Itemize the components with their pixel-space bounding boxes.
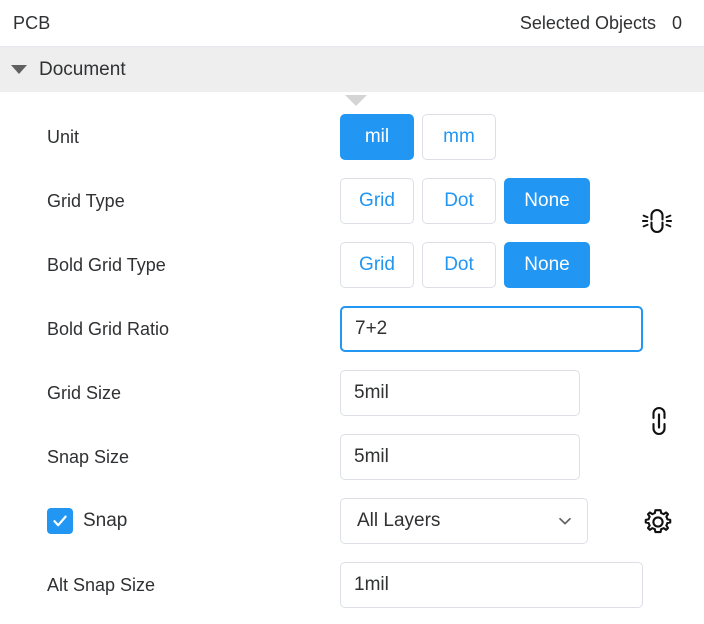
grid-size-label: Grid Size — [0, 383, 340, 404]
unlink-icon[interactable] — [640, 204, 674, 238]
unit-option-mil[interactable]: mil — [340, 114, 414, 160]
bold-grid-type-option-grid[interactable]: Grid — [340, 242, 414, 288]
grid-type-option-grid[interactable]: Grid — [340, 178, 414, 224]
alt-snap-size-label: Alt Snap Size — [0, 575, 340, 596]
row-grid-size: Grid Size — [0, 361, 704, 425]
grid-size-input[interactable] — [340, 370, 580, 416]
caret-down-icon — [11, 65, 27, 74]
selected-objects-group: Selected Objects 0 — [520, 13, 688, 34]
unit-control: mil mm — [340, 114, 704, 160]
check-icon — [47, 508, 73, 534]
bold-grid-type-option-none[interactable]: None — [504, 242, 590, 288]
link-icon[interactable] — [644, 404, 674, 438]
bold-grid-type-control: Grid Dot None — [340, 242, 704, 288]
snap-size-input[interactable] — [340, 434, 580, 480]
bold-grid-ratio-label: Bold Grid Ratio — [0, 319, 340, 340]
bold-grid-ratio-control — [340, 306, 704, 352]
section-title: Document — [39, 59, 126, 81]
row-unit: Unit mil mm — [0, 105, 704, 169]
snap-size-label: Snap Size — [0, 447, 340, 468]
bold-grid-type-option-dot[interactable]: Dot — [422, 242, 496, 288]
unit-label: Unit — [0, 127, 340, 148]
gear-icon[interactable] — [641, 505, 675, 539]
row-snap-size: Snap Size — [0, 425, 704, 489]
alt-snap-size-control — [340, 562, 704, 608]
alt-snap-size-input[interactable] — [340, 562, 643, 608]
row-alt-snap-size: Alt Snap Size — [0, 553, 704, 617]
selected-objects-label: Selected Objects — [520, 13, 656, 34]
snap-size-control — [340, 434, 704, 480]
selected-objects-count: 0 — [672, 13, 682, 34]
bold-grid-ratio-input[interactable] — [340, 306, 643, 352]
bold-grid-type-label: Bold Grid Type — [0, 255, 340, 276]
unit-segmented-group: mil mm — [340, 114, 496, 160]
grid-type-option-dot[interactable]: Dot — [422, 178, 496, 224]
row-bold-grid-type: Bold Grid Type Grid Dot None — [0, 233, 704, 297]
snap-layer-value: All Layers — [357, 510, 440, 532]
chevron-down-icon — [556, 512, 574, 530]
grid-type-option-none[interactable]: None — [504, 178, 590, 224]
row-snap: Snap All Layers — [0, 489, 704, 553]
row-grid-type: Grid Type Grid Dot None — [0, 169, 704, 233]
snap-checkbox[interactable]: Snap — [0, 508, 340, 534]
snap-layer-select[interactable]: All Layers — [340, 498, 588, 544]
snap-label: Snap — [83, 510, 127, 532]
page-title: PCB — [13, 13, 50, 34]
row-bold-grid-ratio: Bold Grid Ratio — [0, 297, 704, 361]
unit-option-mm[interactable]: mm — [422, 114, 496, 160]
document-settings-form: Unit mil mm Grid Type Grid Dot None Bold… — [0, 92, 704, 617]
section-header-document[interactable]: Document — [0, 47, 704, 92]
grid-type-segmented-group: Grid Dot None — [340, 178, 590, 224]
bold-grid-type-segmented-group: Grid Dot None — [340, 242, 590, 288]
panel-header: PCB Selected Objects 0 — [0, 0, 704, 47]
grid-type-label: Grid Type — [0, 191, 340, 212]
